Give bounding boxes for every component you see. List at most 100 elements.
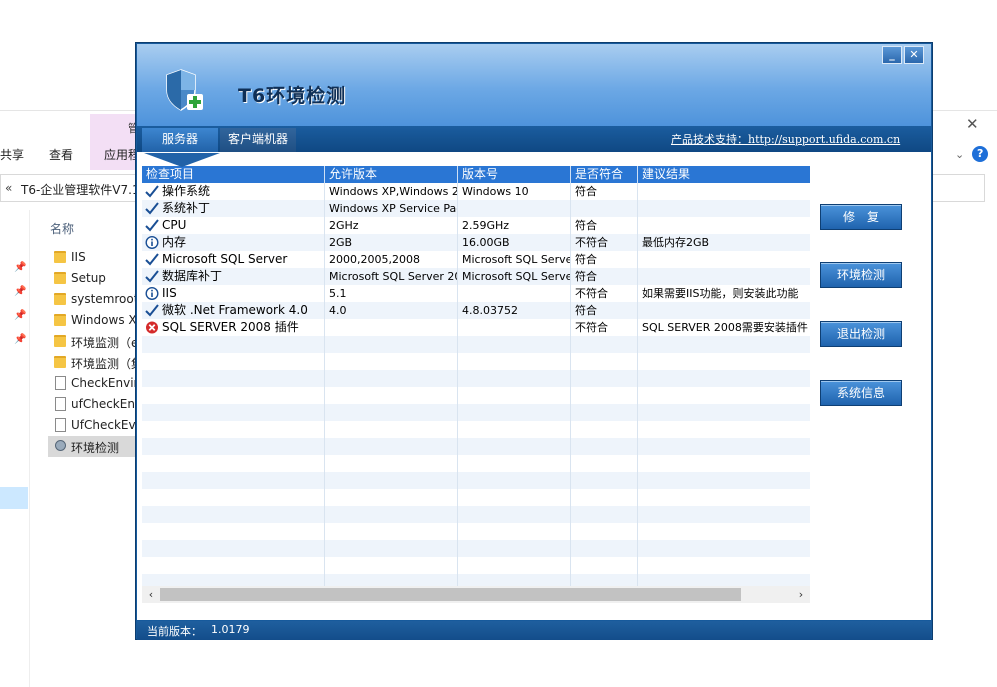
error-icon bbox=[146, 321, 158, 334]
table-row[interactable]: 内存 2GB 16.00GB 不符合 最低内存2GB bbox=[142, 234, 810, 251]
ribbon-tab-share[interactable]: 共享 bbox=[0, 146, 24, 163]
address-path[interactable]: T6-企业管理软件V7.1 bbox=[21, 181, 140, 198]
table-row[interactable] bbox=[142, 574, 810, 586]
table-row[interactable]: 系统补丁 Windows XP Service Pack 2 bbox=[142, 200, 810, 217]
cell-text: 5.1 bbox=[329, 287, 347, 300]
table-cell: 2.59GHz bbox=[458, 217, 571, 234]
minimize-button[interactable]: _ bbox=[882, 46, 902, 64]
column-header[interactable]: 建议结果 bbox=[638, 166, 810, 183]
file-list: IIS Setup systemroot Windows X 环境监测（e 环境… bbox=[48, 247, 140, 457]
folder-icon bbox=[54, 335, 66, 347]
table-cell: Windows XP Service Pack 2 bbox=[325, 200, 458, 217]
exit-check-button[interactable]: 退出检测 bbox=[820, 321, 902, 347]
list-item[interactable]: Setup bbox=[48, 268, 140, 289]
cell-text: 如果需要IIS功能，则安装此功能 bbox=[642, 287, 799, 300]
table-row[interactable] bbox=[142, 336, 810, 353]
table-row[interactable] bbox=[142, 353, 810, 370]
pin-icon[interactable]: 📌 bbox=[14, 310, 26, 321]
list-item[interactable]: ufCheckEnv bbox=[48, 394, 140, 415]
table-cell bbox=[458, 353, 571, 370]
table-cell: Windows XP,Windows 2003,Windows 7 bbox=[325, 183, 458, 200]
table-row[interactable]: 操作系统 Windows XP,Windows 2003,Windows 7 Win… bbox=[142, 183, 810, 200]
help-icon[interactable]: ? bbox=[972, 146, 989, 162]
table-row[interactable] bbox=[142, 421, 810, 438]
table-row[interactable]: Microsoft SQL Server 2000,2005,2008 Micros… bbox=[142, 251, 810, 268]
table-cell bbox=[458, 506, 571, 523]
cell-text: 2GHz bbox=[329, 219, 359, 232]
table-cell: Windows 10 bbox=[458, 183, 571, 200]
explorer-close-icon[interactable]: ✕ bbox=[966, 117, 980, 132]
table-row[interactable] bbox=[142, 523, 810, 540]
support-link[interactable]: 产品技术支持：http://support.ufida.com.cn bbox=[671, 131, 900, 147]
close-button[interactable]: ✕ bbox=[904, 46, 924, 64]
table-row[interactable] bbox=[142, 506, 810, 523]
table-cell: 不符合 bbox=[571, 319, 638, 336]
column-header[interactable]: 检查项目 bbox=[142, 166, 325, 183]
folder-icon bbox=[54, 314, 66, 326]
table-row[interactable]: 数据库补丁 Microsoft SQL Server 2008 SP1 Micros… bbox=[142, 268, 810, 285]
cell-text: Microsoft SQL Server bbox=[162, 252, 288, 266]
tab-server[interactable]: 服务器 bbox=[142, 128, 218, 152]
scrollbar-thumb[interactable] bbox=[160, 588, 741, 601]
table-row[interactable]: 微软 .Net Framework 4.0 4.0 4.8.03752 符合 bbox=[142, 302, 810, 319]
table-cell: 微软 .Net Framework 4.0 bbox=[142, 302, 325, 319]
pin-icon[interactable]: 📌 bbox=[14, 334, 26, 345]
table-cell: 符合 bbox=[571, 251, 638, 268]
system-info-button[interactable]: 系统信息 bbox=[820, 380, 902, 406]
table-cell bbox=[458, 336, 571, 353]
table-cell bbox=[571, 353, 638, 370]
table-row[interactable] bbox=[142, 438, 810, 455]
cell-text: 系统补丁 bbox=[162, 201, 211, 215]
table-row[interactable] bbox=[142, 540, 810, 557]
list-item[interactable]: IIS bbox=[48, 247, 140, 268]
column-header-name[interactable]: 名称 bbox=[50, 220, 74, 237]
column-header[interactable]: 版本号 bbox=[458, 166, 571, 183]
table-cell: Microsoft SQL Server 2008 bbox=[458, 268, 571, 285]
ribbon-tab-app-tools[interactable]: 管 应用程 bbox=[90, 114, 140, 170]
table-row[interactable] bbox=[142, 557, 810, 574]
list-item[interactable]: 环境检测 bbox=[48, 436, 140, 457]
column-header[interactable]: 允许版本 bbox=[325, 166, 458, 183]
check-icon bbox=[145, 202, 159, 215]
table-row[interactable] bbox=[142, 455, 810, 472]
chevron-down-icon[interactable]: ⌄ bbox=[955, 148, 964, 161]
list-item[interactable]: Windows X bbox=[48, 310, 140, 331]
table-cell bbox=[325, 370, 458, 387]
application-icon bbox=[55, 440, 66, 451]
table-row[interactable]: CPU 2GHz 2.59GHz 符合 bbox=[142, 217, 810, 234]
table-cell: 内存 bbox=[142, 234, 325, 251]
table-row[interactable] bbox=[142, 370, 810, 387]
navigation-selected-item[interactable] bbox=[0, 487, 28, 509]
table-cell: Microsoft SQL Server 2008 bbox=[458, 251, 571, 268]
list-item[interactable]: CheckEnvir bbox=[48, 373, 140, 394]
cell-text: 2GB bbox=[329, 236, 353, 249]
repair-button[interactable]: 修 复 bbox=[820, 204, 902, 230]
table-row[interactable]: IIS 5.1 不符合 如果需要IIS功能，则安装此功能 bbox=[142, 285, 810, 302]
table-cell bbox=[142, 387, 325, 404]
table-row[interactable] bbox=[142, 387, 810, 404]
env-check-button[interactable]: 环境检测 bbox=[820, 262, 902, 288]
list-item[interactable]: UfCheckEvi bbox=[48, 415, 140, 436]
table-cell bbox=[571, 387, 638, 404]
table-cell bbox=[458, 421, 571, 438]
ribbon-tab-view[interactable]: 查看 bbox=[49, 146, 73, 163]
table-cell: 不符合 bbox=[571, 285, 638, 302]
table-cell bbox=[325, 523, 458, 540]
table-row[interactable] bbox=[142, 489, 810, 506]
scroll-right-icon[interactable]: › bbox=[794, 587, 808, 602]
pin-icon[interactable]: 📌 bbox=[14, 286, 26, 297]
t6-check-dialog: T6环境检测 _ ✕ 服务器 客户端机器 产品技术支持：http://suppo… bbox=[135, 42, 933, 640]
tab-client-machine[interactable]: 客户端机器 bbox=[220, 128, 296, 152]
list-item[interactable]: systemroot bbox=[48, 289, 140, 310]
scroll-left-icon[interactable]: ‹ bbox=[144, 587, 158, 602]
table-row[interactable]: SQL SERVER 2008 插件 不符合 SQL SERVER 2008需要安装… bbox=[142, 319, 810, 336]
table-cell bbox=[638, 404, 810, 421]
address-back-icon[interactable]: « bbox=[5, 181, 12, 195]
table-row[interactable] bbox=[142, 404, 810, 421]
column-header[interactable]: 是否符合 bbox=[571, 166, 638, 183]
table-row[interactable] bbox=[142, 472, 810, 489]
horizontal-scrollbar[interactable]: ‹ › bbox=[142, 586, 810, 603]
pin-icon[interactable]: 📌 bbox=[14, 262, 26, 273]
list-item[interactable]: 环境监测（e bbox=[48, 331, 140, 352]
list-item[interactable]: 环境监测（集 bbox=[48, 352, 140, 373]
